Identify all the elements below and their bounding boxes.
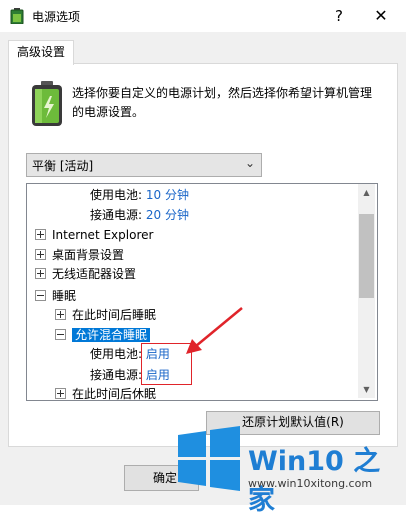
- setting-value[interactable]: 20 分钟: [146, 208, 189, 222]
- expand-icon[interactable]: [35, 229, 46, 240]
- tree-item-label: Internet Explorer: [52, 228, 154, 242]
- chevron-down-icon: ⌄: [244, 156, 255, 170]
- settings-tree[interactable]: 使用电池: 10 分钟 接通电源: 20 分钟 Internet Explore…: [26, 183, 378, 401]
- annotation-arrow-icon: [186, 307, 243, 354]
- tree-item-desktop-background[interactable]: 桌面背景设置: [35, 246, 124, 265]
- expand-icon[interactable]: [55, 388, 66, 399]
- tree-item-label: 桌面背景设置: [52, 248, 125, 262]
- tree-row[interactable]: 接通电源: 20 分钟: [90, 206, 189, 225]
- tree-item-hibernate-after[interactable]: 在此时间后休眠: [55, 385, 157, 401]
- scroll-up-icon[interactable]: ▲: [358, 184, 375, 201]
- tree-item-label: 睡眠: [52, 289, 77, 303]
- expand-icon[interactable]: [55, 309, 66, 320]
- power-plan-value: 平衡 [活动]: [32, 159, 94, 173]
- close-button[interactable]: ✕: [364, 4, 398, 28]
- help-button[interactable]: ?: [322, 4, 356, 28]
- setting-label: 接通电源:: [90, 208, 143, 222]
- collapse-icon[interactable]: [35, 290, 46, 301]
- expand-icon[interactable]: [35, 268, 46, 279]
- tree-item-label: 在此时间后睡眠: [72, 308, 157, 322]
- setting-value[interactable]: 10 分钟: [146, 188, 189, 202]
- window-title: 电源选项: [32, 10, 81, 24]
- power-options-icon: [10, 8, 24, 24]
- description-text: 选择你要自定义的电源计划，然后选择你希望计算机管理的电源设置。: [72, 86, 373, 119]
- scroll-thumb[interactable]: [359, 214, 374, 298]
- tree-item-label-selected: 允许混合睡眠: [72, 328, 151, 342]
- tree-item-label: 无线适配器设置: [52, 267, 137, 281]
- tree-item-wireless-adapter[interactable]: 无线适配器设置: [35, 265, 136, 284]
- power-plan-dropdown[interactable]: 平衡 [活动] ⌄: [26, 153, 262, 177]
- tree-row[interactable]: 使用电池: 10 分钟: [90, 186, 189, 205]
- scroll-down-icon[interactable]: ▼: [358, 381, 375, 398]
- expand-icon[interactable]: [35, 249, 46, 260]
- windows-logo-icon: [178, 426, 240, 491]
- watermark: Win10 之家 www.win10xitong.com: [176, 425, 406, 516]
- tree-item-sleep[interactable]: 睡眠: [35, 287, 76, 306]
- title-bar: 电源选项 ? ✕: [0, 0, 406, 32]
- tree-scrollbar[interactable]: ▲ ▼: [358, 184, 375, 398]
- tab-advanced-settings[interactable]: 高级设置: [8, 40, 74, 65]
- tree-item-sleep-after[interactable]: 在此时间后睡眠: [55, 306, 156, 325]
- collapse-icon[interactable]: [55, 329, 66, 340]
- tree-item-hybrid-sleep[interactable]: 允许混合睡眠: [55, 326, 151, 345]
- battery-icon: [32, 81, 62, 126]
- tree-item-internet-explorer[interactable]: Internet Explorer: [35, 226, 153, 245]
- watermark-url: www.win10xitong.com: [248, 477, 373, 490]
- setting-label: 使用电池:: [90, 188, 143, 202]
- setting-label: 使用电池:: [90, 347, 143, 361]
- setting-label: 接通电源:: [90, 368, 143, 382]
- tree-item-label: 在此时间后休眠: [72, 387, 157, 401]
